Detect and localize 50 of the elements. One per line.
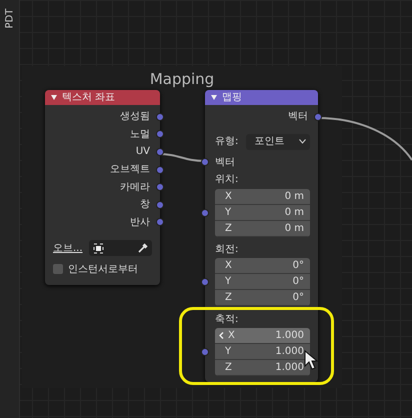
socket-icon[interactable] [156,183,164,192]
socket-icon[interactable] [156,112,164,121]
socket-icon[interactable] [156,166,164,174]
sidebar-tab[interactable]: PDT [2,10,18,28]
frame-title: Mapping [148,69,216,90]
socket-label: 노멀 [130,128,150,142]
socket-label: 창 [140,198,150,212]
socket-icon[interactable] [201,158,209,166]
value-field[interactable]: Y 1.000 [215,344,310,360]
collapse-icon[interactable] [51,95,57,100]
node-title: 맵핑 [222,91,242,105]
value-field[interactable]: Z 0° [215,290,310,306]
socket-label: 벡터 [215,156,235,170]
socket-label: 카메라 [120,180,150,195]
socket-label: 반사 [130,216,150,230]
socket-label: UV [136,145,150,160]
value-field[interactable]: X 0° [215,258,310,274]
collapse-icon[interactable] [211,95,217,100]
value-field[interactable]: Z 1.000 [215,360,310,376]
node-title: 텍스처 좌표 [62,91,116,105]
value-field[interactable]: Z 0 m [215,220,310,237]
field-label: 오브... [53,242,83,256]
type-dropdown[interactable]: 포인트 [246,134,310,150]
chevron-icon [299,139,306,144]
socket-label: 생성됨 [120,110,150,124]
checkbox[interactable] [53,264,63,274]
socket-icon[interactable] [156,200,164,209]
chevron-left-icon[interactable] [219,332,224,339]
group-label: 회전: [215,243,238,258]
value-field[interactable]: Y 0 m [215,204,310,221]
eyedropper-icon[interactable] [138,243,148,254]
group-label: 축적: [215,312,238,327]
value-field[interactable]: Y 0° [215,274,310,290]
object-field[interactable] [88,240,152,256]
socket-label: 벡터 [288,110,308,124]
socket-icon[interactable] [156,148,164,156]
socket-label: 오브젝트 [110,163,150,178]
value-field[interactable]: X 0 m [215,188,310,205]
socket-icon[interactable] [201,278,209,286]
socket-icon[interactable] [156,130,164,138]
checkbox-label: 인스턴서로부터 [68,262,138,277]
dropdown-label: 유형: [215,135,238,150]
socket-icon[interactable] [314,112,322,121]
node-header[interactable]: 텍스처 좌표 [45,90,160,105]
group-label: 위치: [215,173,238,188]
object-icon [92,242,104,254]
cursor-icon [304,350,318,370]
value-field[interactable]: X 1.000 [215,328,310,344]
socket-icon[interactable] [156,218,164,226]
node-header[interactable]: 맵핑 [205,90,318,105]
